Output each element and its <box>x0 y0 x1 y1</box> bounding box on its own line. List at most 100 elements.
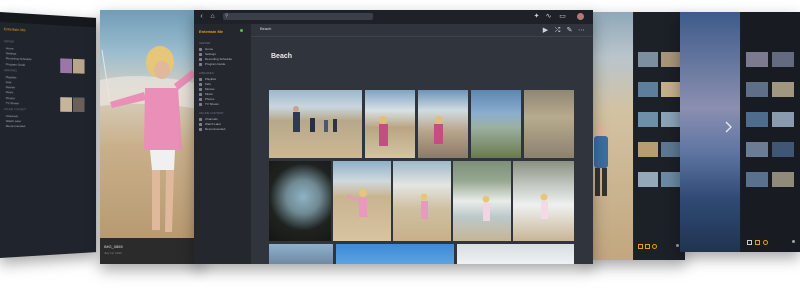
adjust-icon[interactable] <box>652 244 657 249</box>
record-icon <box>199 57 202 61</box>
photo-thumbnail[interactable] <box>772 82 794 97</box>
settings-icon[interactable] <box>676 244 679 247</box>
photo-thumbnail[interactable] <box>638 142 658 157</box>
sidebar-section-heading: SERVER <box>199 41 211 45</box>
settings-icon[interactable] <box>792 240 795 243</box>
photo-tile[interactable] <box>336 244 454 264</box>
sidebar-item-tv-shows[interactable]: TV Shows <box>199 102 249 107</box>
channels-icon <box>199 117 202 121</box>
music-icon <box>199 92 202 96</box>
left-sidebar-item[interactable]: TV Shows <box>0 101 51 107</box>
photo-thumbnail[interactable] <box>661 142 681 157</box>
photo-thumbnail[interactable] <box>661 52 681 67</box>
gear-icon <box>199 52 202 56</box>
server-status-icon <box>240 29 243 32</box>
photo-tile[interactable] <box>269 90 362 158</box>
camera-icon <box>199 97 202 101</box>
photo-tile[interactable] <box>418 90 468 158</box>
photo-tile[interactable] <box>524 90 574 158</box>
rotate-icon[interactable] <box>638 244 643 249</box>
photo-preview-card: IMG_0865 July 12, 2012 <box>100 10 204 264</box>
metadata-grid-panel <box>634 12 685 260</box>
photo-thumbnail[interactable] <box>638 172 658 187</box>
shuffle-icon[interactable]: ⤮ <box>553 26 562 35</box>
photo-tile[interactable] <box>471 90 521 158</box>
photo-thumbnail[interactable] <box>661 112 681 127</box>
crop-icon[interactable] <box>645 244 650 249</box>
tools-icon[interactable]: ✦ <box>532 12 541 21</box>
search-input[interactable]: ⚲ <box>223 13 373 20</box>
right-background-window-a <box>585 12 685 260</box>
sidebar-item-program-guide[interactable]: Program Guide <box>199 62 249 67</box>
user-avatar-icon[interactable] <box>577 13 584 20</box>
back-icon[interactable]: ‹ <box>197 12 206 21</box>
bottom-toolbar <box>747 240 797 246</box>
server-name[interactable]: Entertain Me <box>199 29 223 34</box>
photo-thumbnail[interactable] <box>772 142 794 157</box>
search-icon: ⚲ <box>225 13 229 19</box>
right-background-window-b <box>680 12 800 252</box>
left-window-thumbnails <box>55 58 95 113</box>
top-bar: ‹ ⌂ ⚲ ✦ ∿ ▭ <box>194 10 593 24</box>
photo-thumbnail[interactable] <box>72 97 85 113</box>
more-icon[interactable]: ⋯ <box>577 26 586 35</box>
photo-thumbnail[interactable] <box>661 172 681 187</box>
photo-thumbnail[interactable] <box>746 142 768 157</box>
sidebar: Entertain Me SERVER Home Settings Record… <box>194 24 251 264</box>
photo-thumbnail[interactable] <box>60 58 73 74</box>
sidebar-section-heading: LIBRARIES <box>199 71 214 75</box>
photo-thumbnail[interactable] <box>772 172 794 187</box>
photo-thumbnail[interactable] <box>746 172 768 187</box>
photo-thumbnail[interactable] <box>638 112 658 127</box>
breadcrumb[interactable]: Beach <box>260 26 271 31</box>
photo-date: July 12, 2012 <box>104 251 122 255</box>
photo-tile[interactable] <box>513 161 574 241</box>
page-title: Beach <box>271 53 293 60</box>
photo-thumbnail[interactable] <box>772 112 794 127</box>
left-window-sidebar: SERVER Home Settings Recording Schedule … <box>0 38 51 130</box>
photo-thumbnail[interactable] <box>746 112 768 127</box>
photo-thumbnail[interactable] <box>661 82 681 97</box>
photo-thumbnail[interactable] <box>638 52 658 67</box>
bottom-toolbar <box>638 244 682 250</box>
photo-tile[interactable] <box>365 90 415 158</box>
folder-icon <box>199 82 202 86</box>
play-icon[interactable]: ▶ <box>541 26 550 35</box>
crop-icon[interactable] <box>755 240 760 245</box>
photo-thumbnail[interactable] <box>60 97 73 112</box>
activity-icon[interactable]: ∿ <box>544 12 553 21</box>
cast-icon[interactable]: ▭ <box>558 12 567 21</box>
ocean-sunset-photo <box>680 12 740 252</box>
play-icon[interactable] <box>747 240 752 245</box>
photo-thumbnail[interactable] <box>638 82 658 97</box>
adjust-icon[interactable] <box>763 240 768 245</box>
left-server-name: Entertain Me <box>3 26 26 33</box>
main-app-window: ‹ ⌂ ⚲ ✦ ∿ ▭ Entertain Me SERVER Home Set… <box>194 10 593 264</box>
photo-tile[interactable] <box>269 244 333 264</box>
film-icon <box>199 87 202 91</box>
photo-tile[interactable] <box>457 244 574 264</box>
guide-icon <box>199 62 202 66</box>
sidebar-item-recommended[interactable]: Recommended <box>199 127 249 132</box>
left-window-topbar <box>0 12 97 28</box>
content-divider <box>251 36 593 37</box>
photo-thumbnail[interactable] <box>746 82 768 97</box>
photo-thumbnail[interactable] <box>72 58 85 74</box>
main-content: Beach ▶ ⤮ ✎ ⋯ Beach <box>251 24 593 264</box>
photo-tile[interactable] <box>393 161 451 241</box>
photo-tile[interactable] <box>333 161 391 241</box>
home-icon[interactable]: ⌂ <box>208 12 217 21</box>
girl-on-beach-photo <box>100 10 204 238</box>
photo-tile[interactable] <box>269 161 331 241</box>
pencil-icon[interactable]: ✎ <box>565 26 574 35</box>
clock-icon <box>199 122 202 126</box>
photo-thumbnail[interactable] <box>746 52 768 67</box>
left-sidebar-item[interactable]: Recommended <box>0 124 51 129</box>
photo-caption: IMG_0865 <box>104 244 123 249</box>
left-background-window: Entertain Me SERVER Home Settings Record… <box>0 12 97 258</box>
photo-tile[interactable] <box>453 161 511 241</box>
metadata-grid-panel-b <box>741 12 800 252</box>
sidebar-section-heading: ONLINE CONTENT <box>199 111 224 115</box>
left-sidebar-item[interactable]: Program Guide <box>0 62 51 69</box>
photo-thumbnail[interactable] <box>772 52 794 67</box>
